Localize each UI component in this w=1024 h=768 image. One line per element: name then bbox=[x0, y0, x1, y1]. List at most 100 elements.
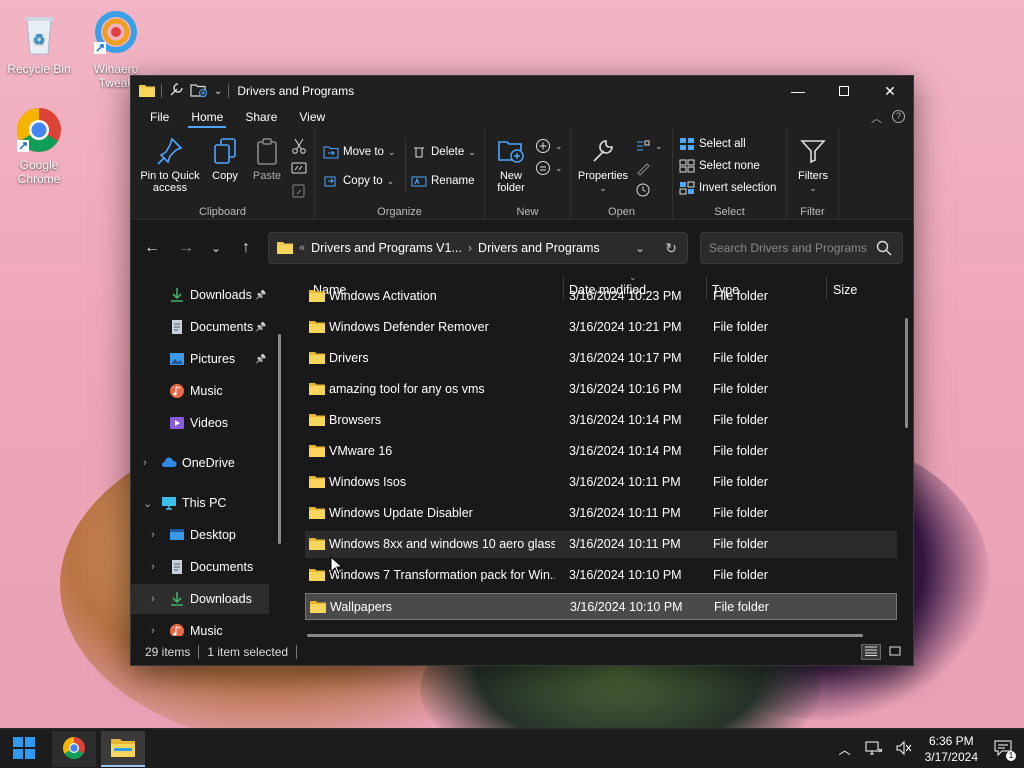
file-row[interactable]: Windows 8xx and windows 10 aero glass 3/1… bbox=[305, 531, 897, 558]
history-button[interactable] bbox=[635, 182, 651, 198]
taskbar-file-explorer-button[interactable] bbox=[101, 731, 145, 767]
nav-item-desktop[interactable]: › Desktop bbox=[131, 520, 281, 550]
new-folder-icon[interactable] bbox=[190, 82, 208, 101]
nav-item-downloads[interactable]: › Downloads bbox=[131, 584, 269, 614]
address-dropdown-icon[interactable]: ⌄ bbox=[635, 241, 645, 255]
folder-icon bbox=[309, 506, 325, 523]
back-button[interactable]: ← bbox=[141, 237, 163, 259]
paste-button[interactable]: Paste bbox=[247, 136, 287, 182]
nav-item-pictures[interactable]: Pictures 📌 bbox=[131, 344, 281, 374]
chevron-down-icon[interactable]: ⌄ bbox=[143, 497, 152, 510]
nav-item-documents[interactable]: Documents 📌 bbox=[131, 312, 281, 342]
search-icon[interactable] bbox=[876, 240, 892, 259]
show-hidden-icons-icon[interactable]: ︿ bbox=[839, 741, 851, 758]
file-row[interactable]: Browsers 3/16/2024 10:14 PM File folder bbox=[305, 407, 897, 434]
maximize-button[interactable] bbox=[821, 76, 867, 106]
nav-item-this-pc[interactable]: ⌄ This PC bbox=[131, 488, 281, 518]
address-bar[interactable]: « Drivers and Programs V1... › Drivers a… bbox=[268, 232, 688, 264]
copy-icon bbox=[209, 136, 241, 166]
file-type: File folder bbox=[713, 506, 768, 520]
nav-item-onedrive[interactable]: › OneDrive bbox=[131, 448, 281, 478]
new-item-button[interactable]: ⌄ bbox=[535, 138, 563, 154]
volume-muted-icon[interactable] bbox=[895, 740, 913, 759]
breadcrumb-separator-icon[interactable]: › bbox=[468, 241, 472, 255]
chevron-down-icon[interactable]: ⌄ bbox=[214, 86, 222, 97]
file-row[interactable]: Windows Update Disabler 3/16/2024 10:11 P… bbox=[305, 500, 897, 527]
file-list-horizontal-scrollbar[interactable] bbox=[307, 634, 863, 637]
properties-button[interactable]: Properties ⌄ bbox=[575, 136, 631, 194]
chevron-right-icon[interactable]: › bbox=[151, 593, 155, 605]
tab-file[interactable]: File bbox=[139, 106, 180, 128]
nav-item-videos[interactable]: Videos bbox=[131, 408, 281, 438]
nav-item-documents[interactable]: › Documents bbox=[131, 552, 281, 582]
breadcrumb-segment[interactable]: Drivers and Programs V1... bbox=[311, 241, 462, 255]
tab-home[interactable]: Home bbox=[180, 106, 234, 128]
delete-button[interactable]: Delete ⌄ bbox=[411, 144, 476, 160]
overflow-chevron-icon[interactable]: « bbox=[299, 242, 305, 254]
rename-button[interactable]: Rename bbox=[411, 173, 474, 189]
file-row[interactable]: Windows Defender Remover 3/16/2024 10:21 … bbox=[305, 314, 897, 341]
file-row[interactable]: Windows Isos 3/16/2024 10:11 PM File folde… bbox=[305, 469, 897, 496]
select-none-button[interactable]: Select none bbox=[679, 158, 760, 174]
move-to-label: Move to bbox=[343, 146, 384, 158]
notifications-icon[interactable]: 1 bbox=[994, 740, 1016, 761]
search-input[interactable] bbox=[709, 241, 869, 255]
tab-view[interactable]: View bbox=[288, 106, 336, 128]
up-button[interactable]: ↑ bbox=[235, 237, 257, 259]
chevron-right-icon[interactable]: › bbox=[143, 457, 147, 469]
chevron-right-icon[interactable]: › bbox=[151, 625, 155, 636]
copy-button[interactable]: Copy bbox=[205, 136, 245, 182]
copy-path-button[interactable] bbox=[291, 160, 307, 176]
chevron-right-icon[interactable]: › bbox=[151, 529, 155, 541]
close-button[interactable]: ✕ bbox=[867, 76, 913, 106]
nav-item-music[interactable]: › Music bbox=[131, 616, 281, 636]
edit-button[interactable] bbox=[635, 160, 651, 176]
move-to-button[interactable]: Move to ⌄ bbox=[323, 144, 395, 160]
nav-item-music[interactable]: Music bbox=[131, 376, 281, 406]
tab-share[interactable]: Share bbox=[234, 106, 288, 128]
file-row[interactable]: Windows Activation 3/16/2024 10:23 PM File… bbox=[305, 283, 897, 310]
separator bbox=[296, 645, 298, 659]
file-list-vertical-scrollbar[interactable] bbox=[905, 318, 908, 428]
start-button[interactable] bbox=[2, 731, 46, 767]
easy-access-button[interactable]: ⌄ bbox=[535, 160, 563, 176]
file-row[interactable]: Wallpapers 3/16/2024 10:10 PM File folder bbox=[305, 593, 897, 620]
file-row[interactable]: Windows 7 Transformation pack for Win...… bbox=[305, 562, 897, 589]
file-row[interactable]: Drivers 3/16/2024 10:17 PM File folder bbox=[305, 345, 897, 372]
file-row[interactable]: amazing tool for any os vms 3/16/2024 10:… bbox=[305, 376, 897, 403]
network-icon[interactable] bbox=[865, 740, 883, 759]
copy-to-button[interactable]: Copy to ⌄ bbox=[323, 173, 394, 189]
chevron-down-icon: ⌄ bbox=[655, 140, 663, 151]
file-row[interactable]: VMware 16 3/16/2024 10:14 PM File folder bbox=[305, 438, 897, 465]
search-box[interactable] bbox=[700, 232, 903, 264]
open-button[interactable]: ⌄ bbox=[635, 138, 663, 154]
collapse-ribbon-icon[interactable]: ︿ bbox=[871, 110, 882, 126]
pin-to-quick-access-button[interactable]: Pin to Quick access bbox=[137, 136, 203, 194]
clock[interactable]: 6:36 PM 3/17/2024 bbox=[925, 733, 978, 765]
refresh-icon[interactable]: ↻ bbox=[665, 240, 677, 257]
help-icon[interactable]: ? bbox=[892, 110, 905, 123]
forward-button[interactable]: → bbox=[175, 237, 197, 259]
invert-selection-button[interactable]: Invert selection bbox=[679, 180, 776, 196]
file-name: Windows Update Disabler bbox=[329, 506, 473, 520]
nav-item-downloads[interactable]: Downloads 📌 bbox=[131, 280, 281, 310]
paste-shortcut-button[interactable] bbox=[291, 182, 307, 198]
minimize-button[interactable]: — bbox=[775, 76, 821, 106]
filters-button[interactable]: Filters ⌄ bbox=[793, 136, 833, 194]
new-folder-button[interactable]: New folder bbox=[491, 136, 531, 194]
title-bar[interactable]: ⌄ Drivers and Programs — ✕ bbox=[131, 76, 913, 106]
taskbar-chrome-button[interactable] bbox=[52, 731, 96, 767]
breadcrumb-segment[interactable]: Drivers and Programs bbox=[478, 241, 600, 255]
cut-button[interactable] bbox=[291, 138, 307, 154]
nav-pane-scrollbar[interactable] bbox=[278, 334, 281, 544]
chevron-right-icon[interactable]: › bbox=[151, 561, 155, 573]
details-view-button[interactable] bbox=[861, 644, 881, 660]
recent-locations-button[interactable]: ⌄ bbox=[205, 237, 227, 259]
desktop-icon-recycle-bin[interactable]: ♻ Recycle Bin bbox=[1, 10, 77, 76]
large-icons-view-button[interactable] bbox=[885, 644, 905, 660]
large-icons-view-icon bbox=[889, 645, 901, 659]
file-name: Windows Isos bbox=[329, 475, 407, 489]
select-all-button[interactable]: Select all bbox=[679, 136, 746, 152]
desktop-icon-chrome[interactable]: Google Chrome bbox=[1, 106, 77, 186]
properties-icon[interactable] bbox=[168, 82, 184, 101]
